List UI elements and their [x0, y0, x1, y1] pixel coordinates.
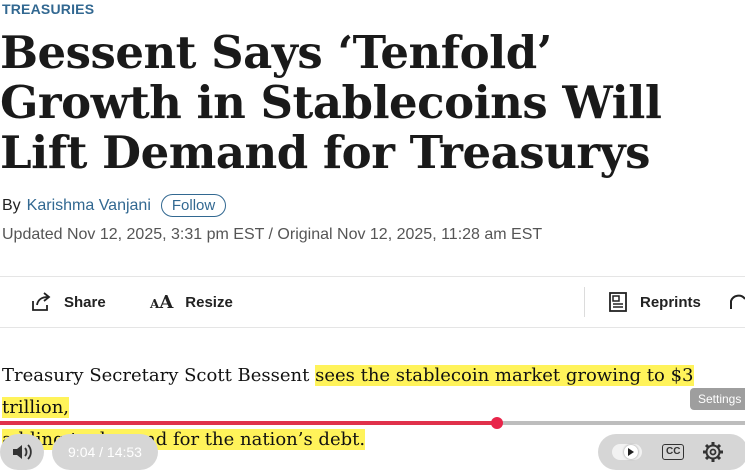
reprints-icon	[609, 292, 627, 312]
player-controls-right: CC	[598, 434, 745, 470]
time-display: 9:04 / 14:53	[52, 434, 158, 470]
cc-icon[interactable]: CC	[662, 444, 685, 460]
share-icon	[32, 292, 51, 311]
text-resize-icon: AA	[150, 291, 174, 313]
reprints-button[interactable]: Reprints	[608, 277, 701, 327]
resize-label: Resize	[185, 293, 233, 311]
reprints-label: Reprints	[640, 293, 701, 311]
byline: By Karishma Vanjani Follow	[2, 194, 227, 217]
volume-button[interactable]	[0, 434, 44, 470]
timestamp: Updated Nov 12, 2025, 3:31 pm EST / Orig…	[2, 226, 543, 243]
progress-thumb[interactable]	[490, 417, 503, 429]
settings-tooltip: Settings	[690, 388, 745, 410]
progress-fill	[0, 421, 497, 425]
volume-icon	[13, 444, 32, 460]
follow-button[interactable]: Follow	[160, 194, 227, 217]
share-label: Share	[64, 293, 106, 311]
section-label[interactable]: TREASURIES	[2, 1, 94, 17]
article-headline: Bessent Says ‘Tenfold’ Growth in Stablec…	[0, 26, 662, 179]
video-progress-bar[interactable]	[0, 417, 745, 429]
gear-icon[interactable]	[702, 441, 724, 463]
share-button[interactable]: Share	[30, 277, 106, 327]
author-link[interactable]: Karishma Vanjani	[27, 197, 151, 215]
listen-button[interactable]	[728, 277, 745, 327]
headphones-icon	[730, 294, 745, 309]
body-text-plain: Treasury Secretary Scott Bessent	[2, 365, 316, 386]
play-icon	[624, 445, 638, 459]
resize-button[interactable]: AA Resize	[150, 277, 233, 327]
article-toolbar: Share AA Resize Reprints	[0, 276, 745, 328]
byline-prefix: By	[2, 196, 21, 214]
autoplay-toggle[interactable]	[612, 444, 642, 460]
toolbar-divider	[584, 287, 585, 317]
